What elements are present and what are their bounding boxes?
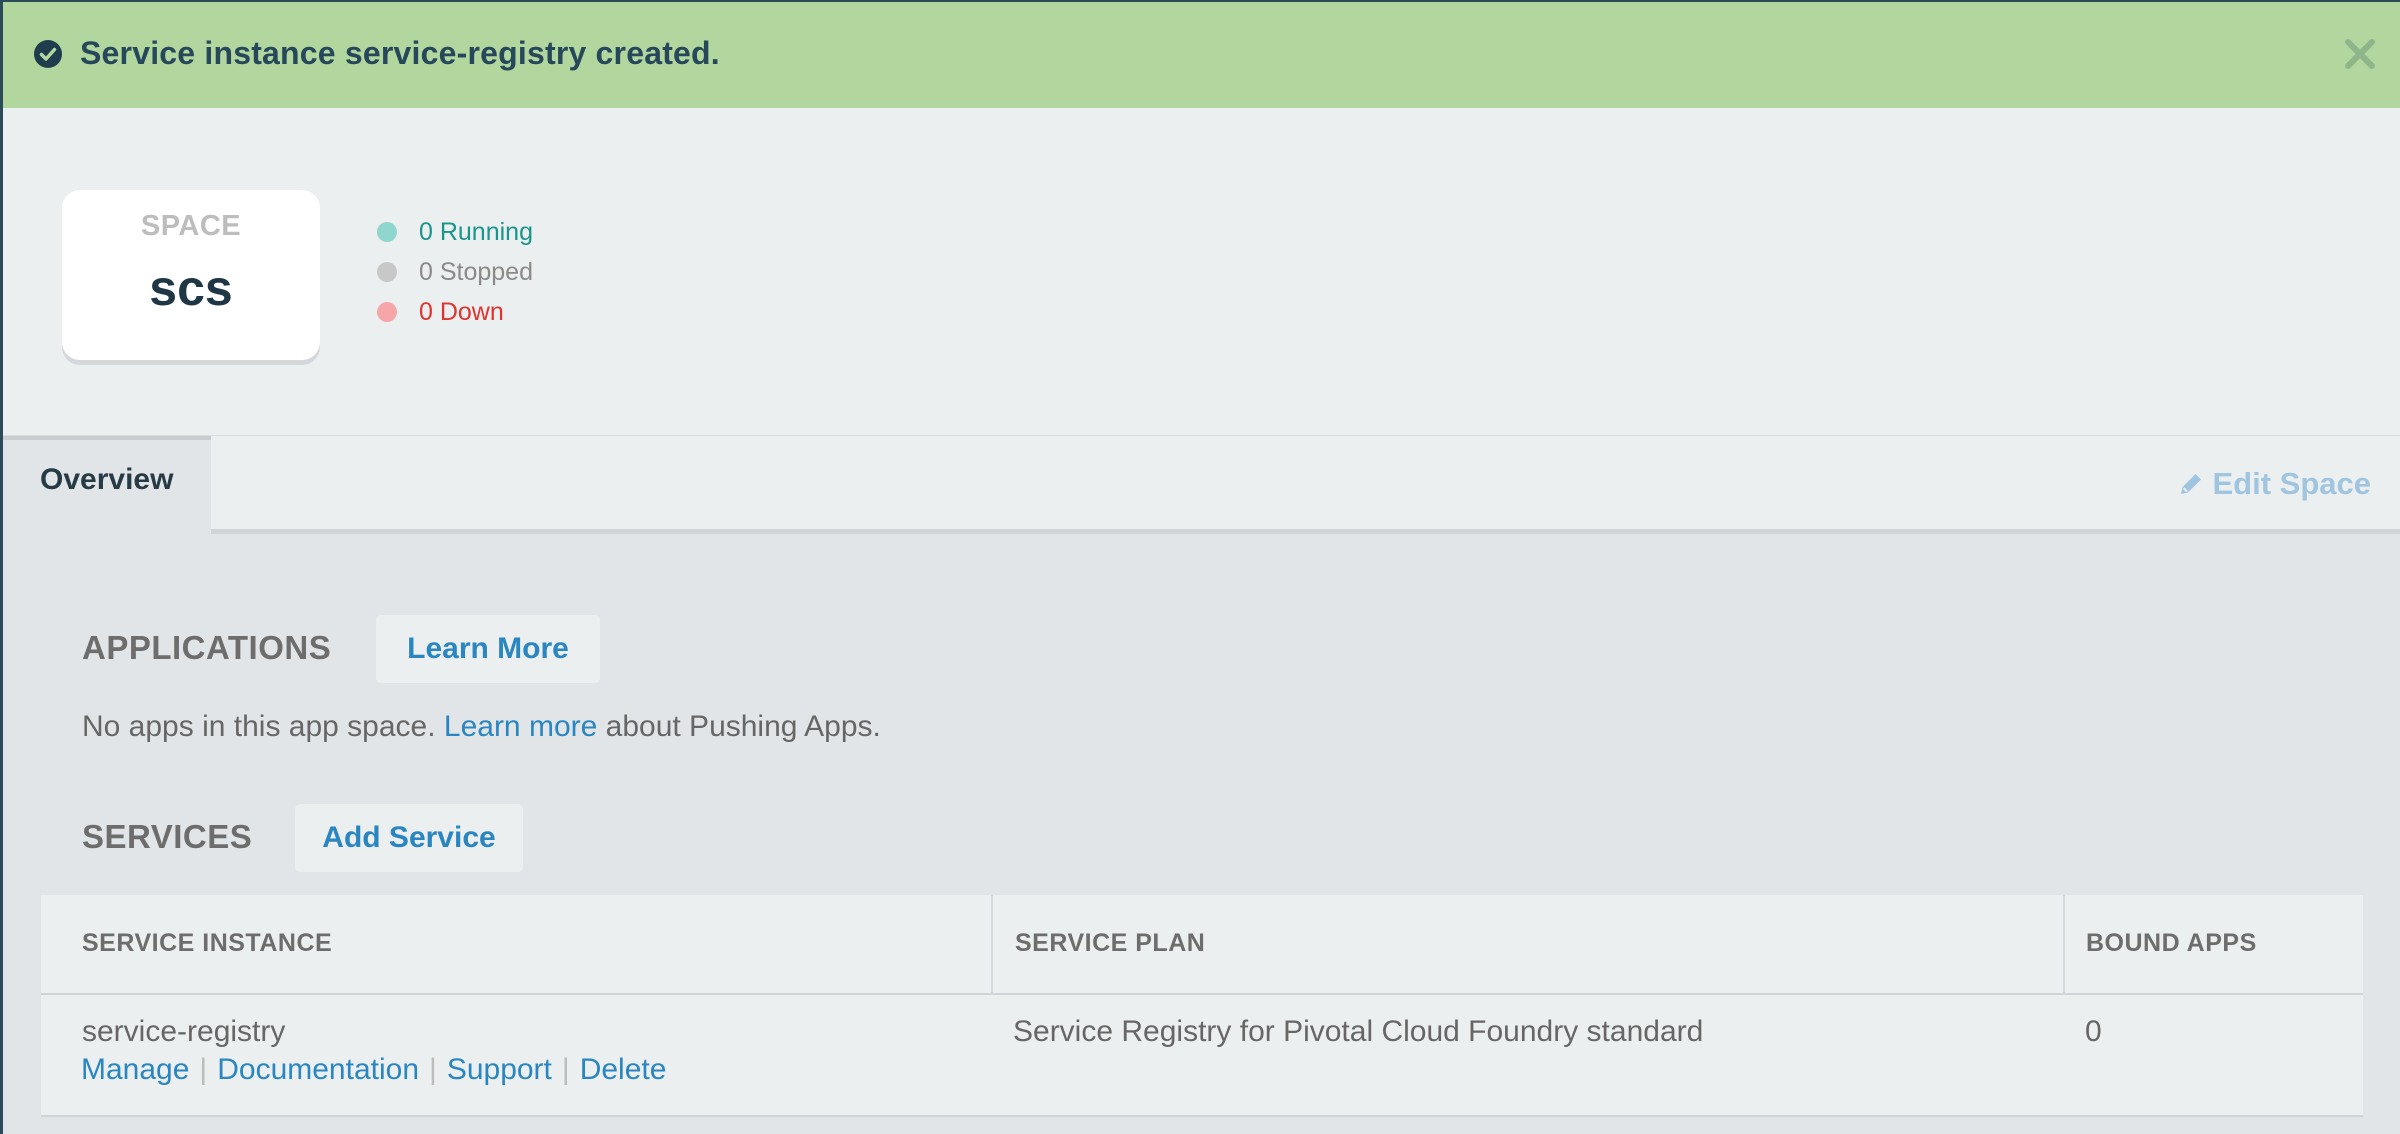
column-header-service-plan: SERVICE PLAN [1015, 929, 1206, 957]
space-card: SPACE scs [62, 190, 320, 360]
services-title: SERVICES [82, 818, 253, 855]
applications-title: APPLICATIONS [82, 629, 332, 666]
edit-space-link[interactable]: Edit Space [2177, 466, 2372, 502]
service-actions: Manage | Documentation | Support | Delete [81, 1053, 666, 1087]
table-row: service-registry Manage | Documentation | Su… [41, 995, 2363, 1117]
space-label: SPACE [140, 210, 242, 242]
service-plan: Service Registry for Pivotal Cloud Found… [1013, 1015, 1704, 1048]
link-separator: | [199, 1053, 208, 1086]
edit-space-label: Edit Space [2212, 466, 2372, 501]
tab-overview[interactable]: Overview [3, 436, 211, 534]
add-service-button[interactable]: Add Service [295, 804, 523, 872]
column-header-bound-apps: BOUND APPS [2086, 929, 2257, 957]
tab-bar: Overview Edit Space [3, 436, 2400, 534]
link-separator: | [561, 1053, 570, 1086]
close-icon[interactable] [2342, 36, 2378, 72]
documentation-link[interactable]: Documentation [217, 1053, 419, 1086]
success-banner: Service instance service-registry create… [3, 0, 2400, 108]
table-header: SERVICE INSTANCE SERVICE PLAN BOUND APPS [41, 895, 2363, 995]
column-header-service-instance: SERVICE INSTANCE [82, 929, 333, 957]
support-link[interactable]: Support [447, 1053, 552, 1086]
down-count: 0 Down [419, 298, 504, 326]
banner-message: Service instance service-registry create… [80, 35, 720, 71]
stat-down: 0 Down [377, 292, 533, 332]
stat-stopped: 0 Stopped [377, 252, 533, 292]
down-dot-icon [377, 302, 397, 322]
running-count: 0 Running [419, 218, 533, 246]
space-header: SPACE scs 0 Running 0 Stopped 0 Down [3, 108, 2400, 436]
stat-running: 0 Running [377, 212, 533, 252]
pencil-icon [2180, 474, 2201, 494]
learn-more-button[interactable]: Learn More [376, 615, 600, 683]
no-apps-message: No apps in this app space. Learn more ab… [82, 710, 881, 743]
app-status-summary: 0 Running 0 Stopped 0 Down [377, 212, 533, 332]
running-dot-icon [377, 222, 397, 242]
bound-apps-count: 0 [2085, 1015, 2102, 1048]
check-circle-icon [34, 40, 62, 68]
column-divider [2063, 895, 2065, 995]
stopped-dot-icon [377, 262, 397, 282]
link-separator: | [429, 1053, 437, 1086]
manage-link[interactable]: Manage [81, 1053, 189, 1086]
delete-link[interactable]: Delete [580, 1053, 667, 1086]
service-instance-name: service-registry [82, 1015, 286, 1048]
column-divider [991, 895, 993, 995]
services-table: SERVICE INSTANCE SERVICE PLAN BOUND APPS… [41, 895, 2363, 1117]
space-name: scs [149, 260, 233, 316]
stopped-count: 0 Stopped [419, 258, 533, 286]
learn-more-link[interactable]: Learn more [444, 710, 597, 743]
